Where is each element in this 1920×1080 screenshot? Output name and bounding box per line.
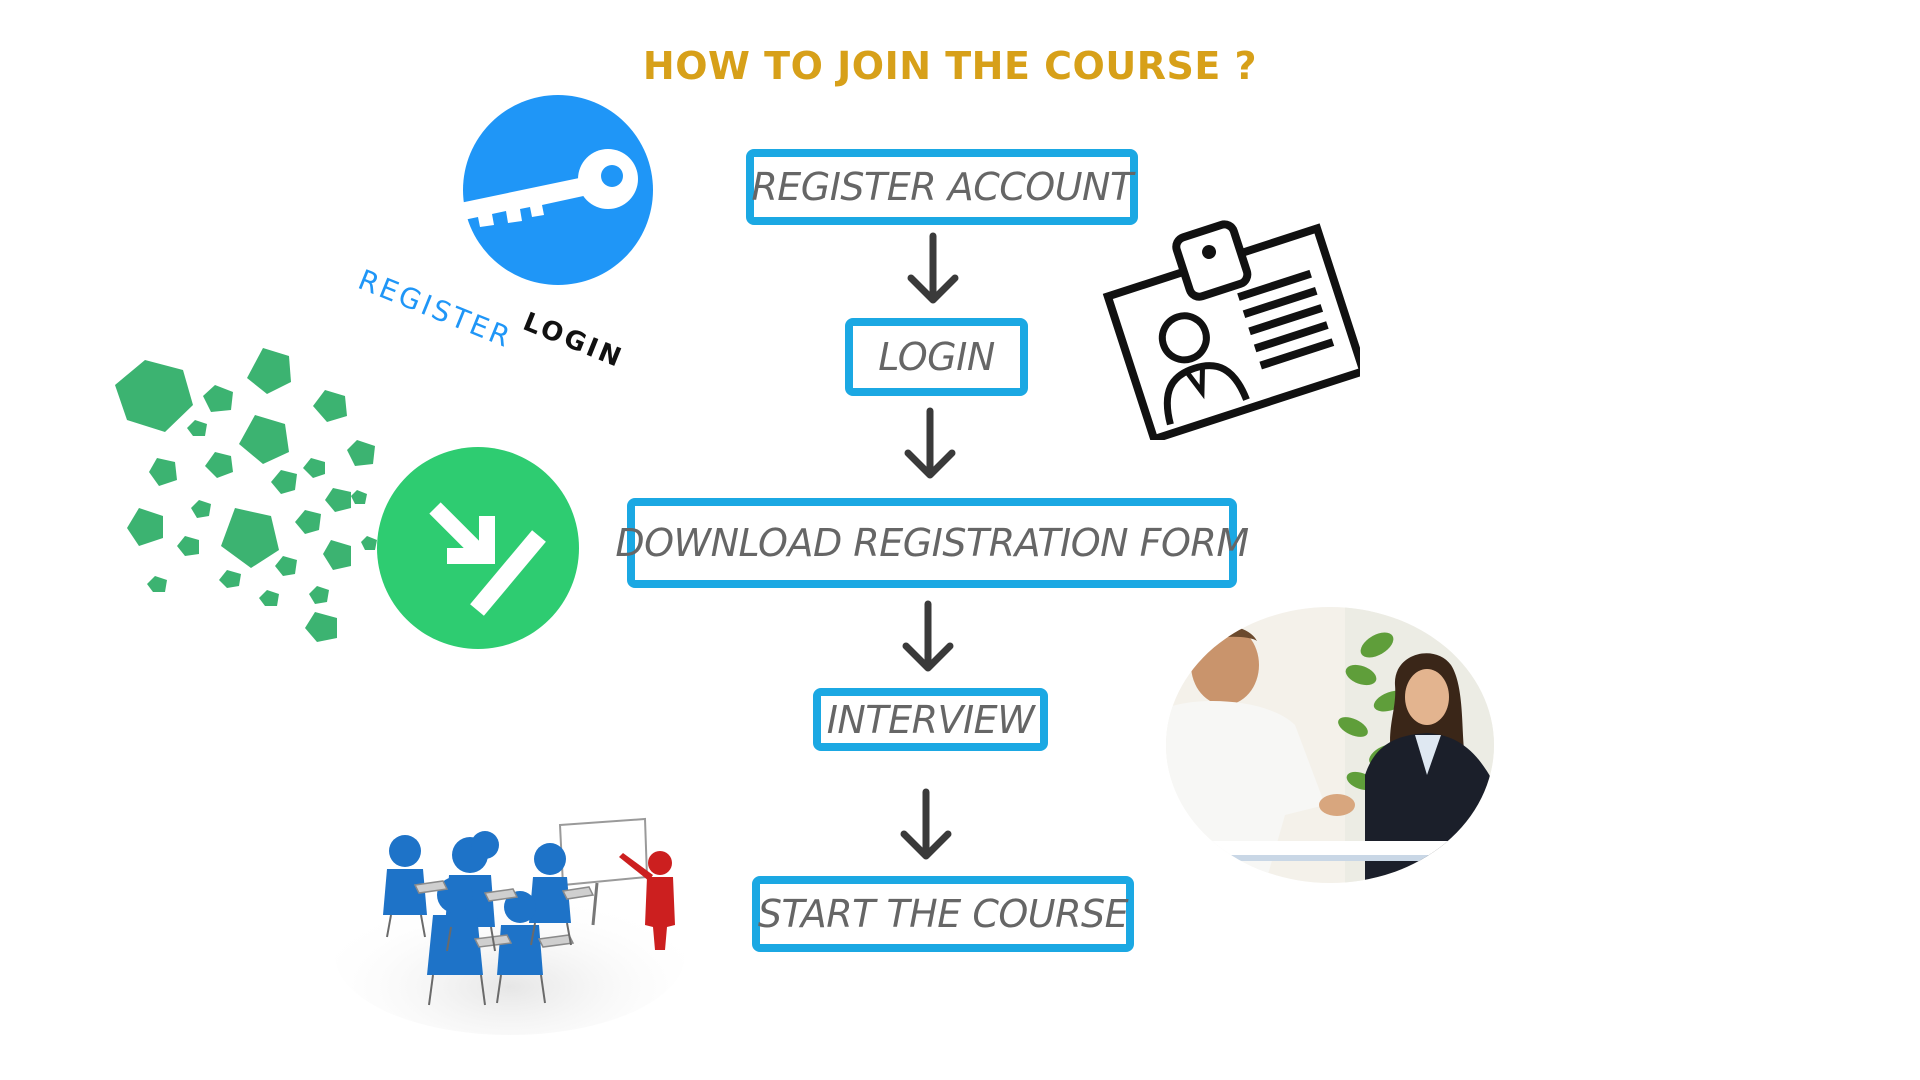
step-login: LOGIN — [845, 318, 1028, 396]
step-register-account: REGISTER ACCOUNT — [746, 149, 1138, 225]
arrow-down-icon — [907, 232, 959, 304]
step-label: START THE COURSE — [757, 892, 1129, 936]
id-card-icon — [1102, 220, 1360, 440]
arrow-down-icon — [902, 600, 954, 672]
classroom-illustration — [335, 817, 685, 1035]
step-start-the-course: START THE COURSE — [752, 876, 1134, 952]
step-label: INTERVIEW — [826, 697, 1035, 742]
step-interview: INTERVIEW — [813, 688, 1048, 751]
interview-photo — [1166, 607, 1494, 883]
step-label: REGISTER ACCOUNT — [751, 165, 1133, 209]
register-login-logo: REGISTER LOGIN — [354, 95, 672, 380]
step-label: LOGIN — [878, 335, 995, 379]
step-download-registration-form: DOWNLOAD REGISTRATION FORM — [615, 498, 1249, 588]
download-icon — [115, 348, 579, 649]
arrow-down-icon — [900, 788, 952, 860]
step-label: DOWNLOAD REGISTRATION FORM — [615, 521, 1249, 565]
page-title: HOW TO JOIN THE COURSE ? — [642, 44, 1258, 88]
key-icon — [412, 95, 653, 285]
arrow-down-icon — [904, 407, 956, 479]
